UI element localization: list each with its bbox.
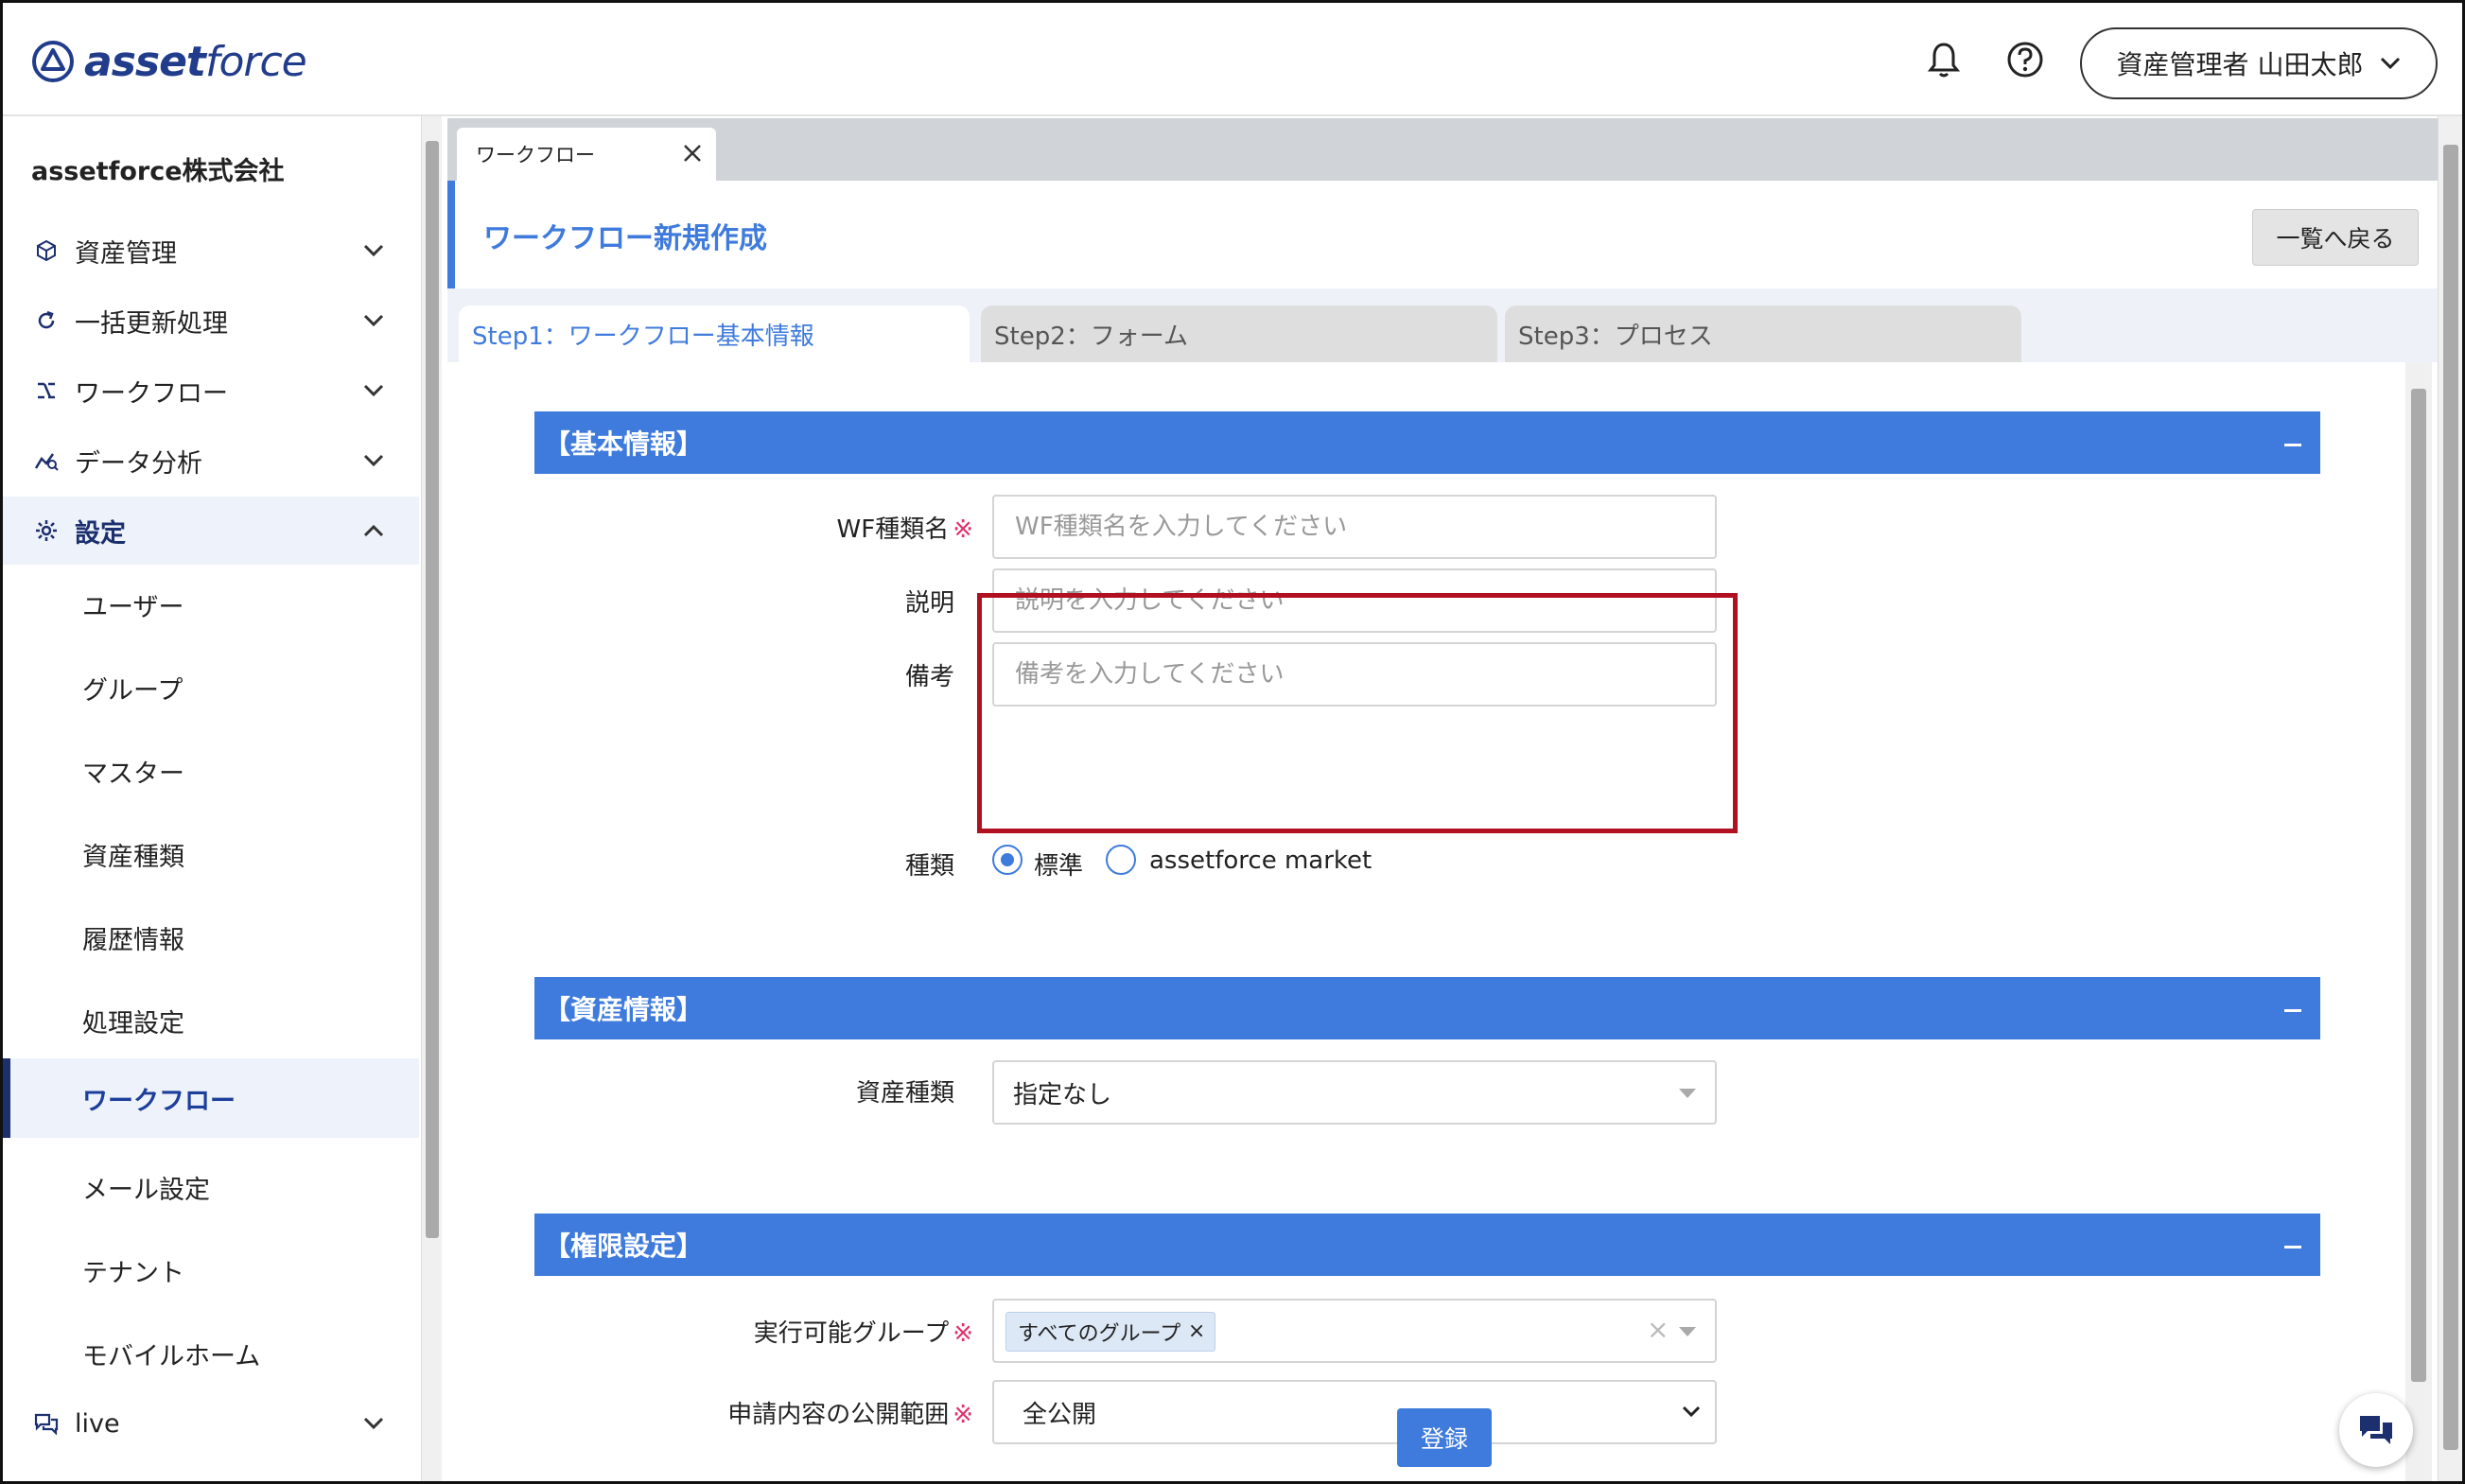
form-content: 【基本情報】 WF種類名※ 説明 備考 種類 標準 assetforce mar… bbox=[447, 362, 2405, 1481]
refresh-icon bbox=[33, 307, 60, 334]
required-mark: ※ bbox=[953, 515, 973, 544]
top-header: assetforce 資産管理者 山田太郎 bbox=[3, 3, 2462, 116]
content-scrollbar[interactable] bbox=[2405, 362, 2432, 1481]
bell-icon[interactable] bbox=[1921, 37, 1967, 82]
clear-icon[interactable]: × bbox=[1647, 1314, 1669, 1345]
caret-down-icon bbox=[1679, 1327, 1696, 1336]
sidebar-subitem-history[interactable]: 履歴情報 bbox=[3, 898, 419, 977]
note-label: 備考 bbox=[904, 663, 954, 691]
collapse-icon[interactable] bbox=[2284, 1246, 2301, 1248]
gear-icon bbox=[33, 517, 60, 544]
sidebar-subitem-asset-types[interactable]: 資産種類 bbox=[3, 814, 419, 894]
sidebar: assetforce株式会社 資産管理 一括更新処理 ワークフロー データ分析 … bbox=[3, 116, 419, 1481]
sidebar-subitem-process-settings[interactable]: 処理設定 bbox=[3, 981, 419, 1060]
assetforce-logo[interactable]: assetforce bbox=[31, 35, 307, 88]
tab-step3[interactable]: Step3：プロセス bbox=[1505, 306, 2021, 362]
close-icon[interactable] bbox=[680, 141, 705, 166]
chevron-down-icon bbox=[1682, 1405, 1701, 1418]
section-asset-info[interactable]: 【資産情報】 bbox=[534, 977, 2320, 1039]
sidebar-subitem-users[interactable]: ユーザー bbox=[3, 565, 419, 644]
sidebar-subitem-mail-settings[interactable]: メール設定 bbox=[3, 1147, 419, 1227]
company-name: assetforce株式会社 bbox=[31, 157, 285, 186]
radio-market-label: assetforce market bbox=[1149, 847, 1372, 875]
chevron-up-icon bbox=[363, 524, 384, 537]
tab-step2[interactable]: Step2：フォーム bbox=[981, 306, 1497, 362]
workflow-icon bbox=[33, 377, 60, 404]
chat-icon bbox=[2360, 1416, 2392, 1444]
content-scroll-thumb[interactable] bbox=[2411, 389, 2426, 1382]
sidebar-scroll-thumb[interactable] bbox=[426, 141, 439, 1238]
required-mark: ※ bbox=[953, 1319, 973, 1348]
sidebar-item-asset-management[interactable]: 資産管理 bbox=[3, 217, 419, 285]
page-scroll-thumb[interactable] bbox=[2443, 145, 2458, 1450]
radio-market[interactable] bbox=[1106, 845, 1136, 875]
chevron-down-icon bbox=[363, 384, 384, 397]
cube-icon bbox=[33, 237, 60, 264]
section-permissions[interactable]: 【権限設定】 bbox=[534, 1213, 2320, 1276]
chevron-down-icon bbox=[2381, 57, 2401, 70]
logo-mark-icon bbox=[32, 41, 74, 82]
group-tag: すべてのグループ × bbox=[1005, 1312, 1216, 1352]
help-icon[interactable] bbox=[2002, 37, 2048, 82]
collapse-icon[interactable] bbox=[2284, 444, 2301, 446]
description-label: 説明 bbox=[904, 589, 954, 618]
wf-name-label: WF種類名 ※ bbox=[836, 515, 973, 544]
chart-icon bbox=[33, 447, 60, 474]
chat-button[interactable] bbox=[2339, 1393, 2413, 1467]
logo-text: assetforce bbox=[84, 37, 307, 86]
collapse-icon[interactable] bbox=[2284, 1009, 2301, 1012]
chat-bubbles-icon bbox=[33, 1410, 60, 1437]
type-label: 種類 bbox=[904, 852, 954, 881]
sidebar-subitem-master[interactable]: マスター bbox=[3, 731, 419, 811]
caret-down-icon bbox=[1679, 1089, 1696, 1098]
app-window: assetforce 資産管理者 山田太郎 assetforce株式会社 資産管… bbox=[0, 0, 2465, 1484]
sidebar-item-data-analysis[interactable]: データ分析 bbox=[3, 427, 419, 495]
radio-standard-label: 標準 bbox=[1034, 852, 1084, 881]
chevron-down-icon bbox=[363, 314, 384, 327]
chevron-down-icon bbox=[363, 244, 384, 257]
exec-group-label: 実行可能グループ ※ bbox=[753, 1319, 973, 1348]
chevron-down-icon bbox=[363, 454, 384, 467]
scope-label: 申請内容の公開範囲 ※ bbox=[727, 1401, 973, 1429]
remove-tag-icon[interactable]: × bbox=[1188, 1319, 1205, 1343]
wf-name-input[interactable] bbox=[992, 495, 1717, 559]
sidebar-scrollbar[interactable] bbox=[421, 116, 442, 1481]
submit-button[interactable]: 登録 bbox=[1397, 1408, 1492, 1467]
chevron-down-icon bbox=[363, 1417, 384, 1430]
exec-group-multiselect[interactable]: すべてのグループ × × bbox=[992, 1299, 1717, 1363]
required-mark: ※ bbox=[953, 1401, 973, 1429]
sidebar-item-live[interactable]: live bbox=[3, 1389, 419, 1458]
asset-type-select[interactable]: 指定なし bbox=[992, 1060, 1717, 1125]
tab-workflow[interactable]: ワークフロー bbox=[457, 128, 716, 181]
main-area: ワークフロー ワークフロー新規作成 一覧へ戻る Step1：ワークフロー基本情報… bbox=[447, 116, 2438, 1481]
tab-step1[interactable]: Step1：ワークフロー基本情報 bbox=[459, 306, 970, 362]
sidebar-item-settings[interactable]: 設定 bbox=[3, 497, 419, 565]
radio-standard[interactable] bbox=[992, 845, 1023, 875]
page-scrollbar[interactable] bbox=[2438, 116, 2462, 1481]
document-tabbar: ワークフロー bbox=[447, 118, 2438, 181]
sidebar-subitem-workflow[interactable]: ワークフロー bbox=[3, 1058, 419, 1138]
back-to-list-button[interactable]: 一覧へ戻る bbox=[2252, 209, 2419, 266]
sidebar-subitem-mobile-home[interactable]: モバイルホーム bbox=[3, 1314, 419, 1393]
sidebar-item-workflow[interactable]: ワークフロー bbox=[3, 357, 419, 425]
asset-type-label: 資産種類 bbox=[855, 1079, 954, 1108]
sidebar-subitem-groups[interactable]: グループ bbox=[3, 648, 419, 727]
section-basic-info[interactable]: 【基本情報】 bbox=[534, 411, 2320, 474]
user-name: 資産管理者 山田太郎 bbox=[2116, 49, 2364, 80]
page-header: ワークフロー新規作成 一覧へ戻る bbox=[447, 181, 2438, 288]
user-menu-button[interactable]: 資産管理者 山田太郎 bbox=[2080, 27, 2438, 99]
page-title: ワークフロー新規作成 bbox=[483, 222, 767, 255]
sidebar-item-bulk-update[interactable]: 一括更新処理 bbox=[3, 287, 419, 355]
sidebar-subitem-tenant[interactable]: テナント bbox=[3, 1231, 419, 1310]
highlight-box bbox=[977, 593, 1738, 833]
scope-select[interactable]: 全公開 bbox=[992, 1380, 1717, 1444]
